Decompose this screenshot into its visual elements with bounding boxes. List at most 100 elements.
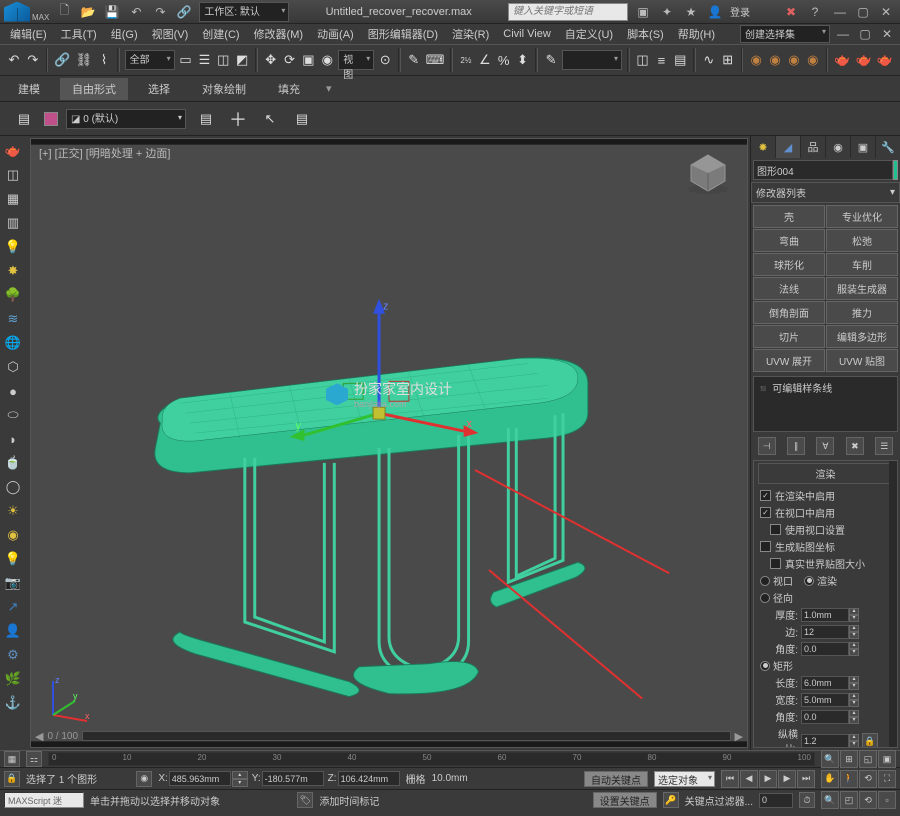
- cloth-icon[interactable]: ◫: [2, 164, 24, 186]
- chk-gen-mapping[interactable]: [760, 541, 771, 552]
- omni-icon[interactable]: ✸: [2, 260, 24, 282]
- stack-item[interactable]: ◾ 可编辑样条线: [757, 380, 894, 395]
- stack-show-end-icon[interactable]: ∥: [787, 437, 805, 455]
- menu-civil-view[interactable]: Civil View: [497, 26, 556, 42]
- manipulate-icon[interactable]: ✎: [406, 48, 422, 72]
- object-color-swatch[interactable]: [893, 160, 898, 180]
- bone-icon[interactable]: 👤: [2, 620, 24, 642]
- plant-icon[interactable]: 🌿: [2, 668, 24, 690]
- camera-icon[interactable]: 📷: [2, 572, 24, 594]
- material-editor2-icon[interactable]: ◉: [767, 48, 783, 72]
- maxscript-input[interactable]: [4, 792, 84, 808]
- radio-radial[interactable]: [760, 593, 770, 603]
- info-center-icon[interactable]: ▣: [634, 3, 652, 21]
- named-selection-dropdown[interactable]: 创建选择集: [740, 25, 830, 43]
- layer-tool3-icon[interactable]: ▤: [290, 107, 314, 131]
- app-logo-icon[interactable]: [4, 2, 30, 22]
- grid-icon[interactable]: ▦: [2, 188, 24, 210]
- ribbon-expand-icon[interactable]: ▾: [326, 82, 332, 95]
- timeline-next-icon[interactable]: ▶: [735, 730, 743, 743]
- snap-percent-icon[interactable]: %: [496, 48, 512, 72]
- favorite-icon[interactable]: ★: [682, 3, 700, 21]
- tab-selection[interactable]: 选择: [136, 78, 182, 100]
- snap-2d-icon[interactable]: 2½: [458, 48, 474, 72]
- nav-zoom-ext-icon[interactable]: ▣: [878, 750, 896, 768]
- app-exchange-icon[interactable]: ✖: [782, 3, 800, 21]
- ref-coord-dropdown[interactable]: 视图: [338, 50, 374, 70]
- tab-hierarchy-icon[interactable]: 品: [801, 136, 825, 158]
- use-pivot-icon[interactable]: ⊙: [377, 48, 393, 72]
- coord-y-input[interactable]: [262, 771, 324, 786]
- spinner-sides[interactable]: [801, 625, 849, 639]
- radio-viewport[interactable]: [760, 576, 770, 586]
- mod-uvw-map[interactable]: UVW 贴图: [826, 349, 898, 372]
- object-name-input[interactable]: [753, 160, 893, 180]
- keyboard-shortcut-icon[interactable]: ⌨: [425, 48, 446, 72]
- exchange-icon[interactable]: ✦: [658, 3, 676, 21]
- autokey-button[interactable]: 自动关键点: [584, 771, 648, 787]
- redo-button[interactable]: ↷: [25, 48, 41, 72]
- setkey-button[interactable]: 设置关键点: [593, 792, 657, 808]
- stack-remove-icon[interactable]: ✖: [846, 437, 864, 455]
- nav-orbit2-icon[interactable]: ⟲: [859, 791, 877, 809]
- track-view-icon[interactable]: ▦: [4, 751, 20, 767]
- mod-lathe[interactable]: 车削: [826, 253, 898, 276]
- mirror-icon[interactable]: ◫: [635, 48, 651, 72]
- next-frame-icon[interactable]: ▶: [778, 770, 796, 788]
- sun-icon[interactable]: ☀: [2, 500, 24, 522]
- named-sel-set-dropdown[interactable]: [562, 50, 622, 70]
- tab-modify-icon[interactable]: ◢: [776, 136, 800, 158]
- nav-zoom-icon[interactable]: 🔍: [821, 750, 839, 768]
- save-file-icon[interactable]: 💾: [103, 3, 121, 21]
- spot-icon[interactable]: ◉: [2, 524, 24, 546]
- timeline-prev-icon[interactable]: ◀: [35, 730, 43, 743]
- bind-spacewarp-icon[interactable]: ⌇: [96, 48, 112, 72]
- select-region-icon[interactable]: ◫: [215, 48, 231, 72]
- layer-explorer-icon[interactable]: ▤: [12, 107, 36, 131]
- chk-use-vp-settings[interactable]: [770, 524, 781, 535]
- anchor-icon[interactable]: ⚓: [2, 692, 24, 714]
- spinner-snap-icon[interactable]: ⬍: [515, 48, 531, 72]
- nav-max-icon[interactable]: ⛶: [878, 770, 896, 788]
- material-editor4-icon[interactable]: ◉: [805, 48, 821, 72]
- viewport-label[interactable]: [+] [正交] [明暗处理 + 边面]: [39, 145, 170, 161]
- layer-add-icon[interactable]: ＋: [226, 107, 250, 131]
- selection-filter-dropdown[interactable]: 全部: [125, 50, 175, 70]
- tab-object-paint[interactable]: 对象绘制: [190, 78, 258, 100]
- help-search-input[interactable]: [508, 3, 628, 21]
- add-time-marker[interactable]: 添加时间标记: [319, 793, 379, 808]
- align-icon[interactable]: ≡: [653, 48, 669, 72]
- viewcube-icon[interactable]: [683, 151, 733, 195]
- modifier-list-dropdown[interactable]: 修改器列表▾: [751, 182, 900, 203]
- named-sel-edit-icon[interactable]: ✎: [543, 48, 559, 72]
- menu-tools[interactable]: 工具(T): [55, 24, 103, 44]
- key-mode-icon[interactable]: 🔑: [663, 792, 679, 808]
- menu-customize[interactable]: 自定义(U): [559, 24, 619, 44]
- radio-rectangular[interactable]: [760, 661, 770, 671]
- help-icon[interactable]: ?: [806, 3, 824, 21]
- tab-motion-icon[interactable]: ◉: [826, 136, 850, 158]
- bulb-icon[interactable]: 💡: [2, 548, 24, 570]
- mod-garment[interactable]: 服装生成器: [826, 277, 898, 300]
- nav-region-icon[interactable]: ◰: [840, 791, 858, 809]
- stack-pin-icon[interactable]: ⊣: [758, 437, 776, 455]
- login-link[interactable]: 登录: [730, 4, 750, 19]
- prev-frame-icon[interactable]: ◀: [740, 770, 758, 788]
- layer-color-swatch[interactable]: [44, 112, 58, 126]
- redo-icon[interactable]: ↷: [151, 3, 169, 21]
- current-frame-input[interactable]: [759, 793, 793, 808]
- chk-enable-viewport[interactable]: ✓: [760, 507, 771, 518]
- material-editor-icon[interactable]: ◉: [748, 48, 764, 72]
- aspect-lock-icon[interactable]: 🔒: [862, 733, 878, 748]
- viewport[interactable]: [+] [正交] [明暗处理 + 边面]: [30, 138, 748, 748]
- light-icon[interactable]: 💡: [2, 236, 24, 258]
- play-icon[interactable]: ▶: [759, 770, 777, 788]
- time-ruler[interactable]: 0102030405060708090100: [48, 752, 815, 766]
- time-config-icon[interactable]: ⏱: [799, 792, 815, 808]
- coord-x-input[interactable]: [169, 771, 231, 786]
- menu-create[interactable]: 创建(C): [196, 24, 245, 44]
- track-filter-icon[interactable]: ⚏: [26, 751, 42, 767]
- schematic-view-icon[interactable]: ⊞: [720, 48, 736, 72]
- layer-tool1-icon[interactable]: ▤: [194, 107, 218, 131]
- spinner-width[interactable]: [801, 693, 849, 707]
